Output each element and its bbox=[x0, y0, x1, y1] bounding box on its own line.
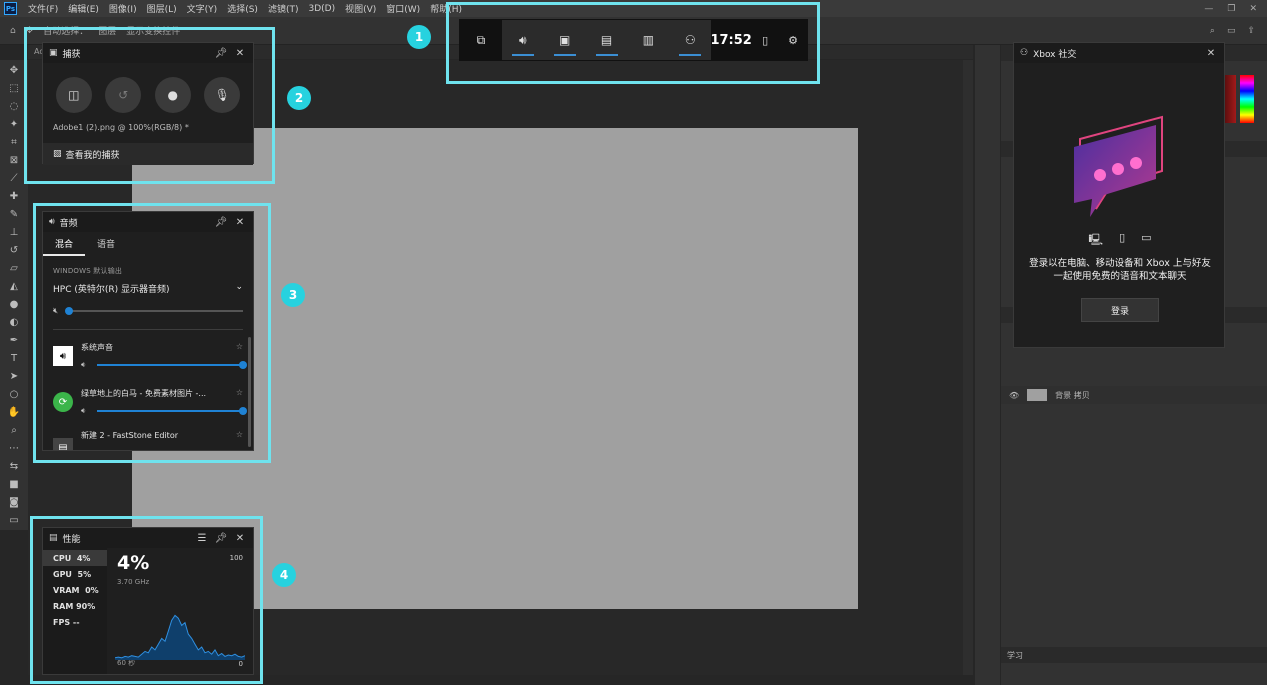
menu-image[interactable]: 图像(I) bbox=[104, 2, 142, 15]
ps-logo: Ps bbox=[4, 2, 17, 15]
badge-3: 3 bbox=[281, 283, 305, 307]
highlight-box-1 bbox=[446, 2, 820, 84]
collapsed-panel-strip[interactable] bbox=[975, 45, 1000, 685]
layer-row[interactable]: 👁 背景 拷贝 bbox=[1001, 386, 1267, 404]
highlight-box-2 bbox=[24, 27, 275, 184]
menu-filter[interactable]: 滤镜(T) bbox=[263, 2, 304, 15]
menu-select[interactable]: 选择(S) bbox=[222, 2, 263, 15]
hue-slider[interactable] bbox=[1240, 75, 1254, 123]
highlight-box-4 bbox=[30, 516, 263, 684]
screen-mode-icon[interactable]: ▭ bbox=[7, 514, 21, 528]
home-icon[interactable]: ⌂ bbox=[10, 26, 16, 36]
workspace-icon[interactable]: ▭ bbox=[1227, 26, 1236, 36]
vertical-scrollbar[interactable] bbox=[963, 60, 973, 675]
close-window-icon[interactable]: ✕ bbox=[1249, 4, 1257, 14]
share-icon[interactable]: ⇪ bbox=[1247, 26, 1255, 36]
quick-mask-icon[interactable]: ◙ bbox=[7, 496, 21, 510]
login-button[interactable]: 登录 bbox=[1081, 298, 1159, 322]
pc-icon: 🖳︎ bbox=[1088, 233, 1104, 246]
blur-tool-icon[interactable]: ● bbox=[7, 298, 21, 312]
social-icon: ⚇ bbox=[1020, 48, 1029, 58]
color-swap-icon[interactable]: ⇆ bbox=[7, 460, 21, 474]
badge-1: 1 bbox=[407, 25, 431, 49]
stamp-tool-icon[interactable]: ⊥ bbox=[7, 226, 21, 240]
lasso-tool-icon[interactable]: ◌ bbox=[7, 100, 21, 114]
healing-brush-icon[interactable]: ✚ bbox=[7, 190, 21, 204]
menu-layer[interactable]: 图层(L) bbox=[142, 2, 182, 15]
menu-3d[interactable]: 3D(D) bbox=[303, 4, 340, 14]
social-title: Xbox 社交 bbox=[1033, 49, 1077, 60]
color-swatch-icon[interactable]: ■ bbox=[7, 478, 21, 492]
path-select-icon[interactable]: ➤ bbox=[7, 370, 21, 384]
type-tool-icon[interactable]: T bbox=[7, 352, 21, 366]
menu-type[interactable]: 文字(Y) bbox=[182, 2, 223, 15]
search-icon[interactable]: ⌕ bbox=[1210, 26, 1215, 36]
social-title-bar[interactable]: ⚇ Xbox 社交 ✕ bbox=[1014, 43, 1224, 63]
layer-name: 背景 拷贝 bbox=[1055, 390, 1090, 400]
marquee-tool-icon[interactable]: ⬚ bbox=[7, 82, 21, 96]
shape-tool-icon[interactable]: ○ bbox=[7, 388, 21, 402]
close-icon[interactable]: ✕ bbox=[1204, 48, 1218, 59]
highlight-box-3 bbox=[33, 203, 271, 463]
social-message: 登录以在电脑、移动设备和 Xbox 上与好友 一起使用免费的语音和文本聊天 bbox=[1029, 258, 1211, 282]
menu-file[interactable]: 文件(F) bbox=[23, 2, 63, 15]
hand-tool-icon[interactable]: ✋ bbox=[7, 406, 21, 420]
eraser-icon[interactable]: ▱ bbox=[7, 262, 21, 276]
menu-view[interactable]: 视图(V) bbox=[340, 2, 381, 15]
minimize-icon[interactable]: — bbox=[1204, 4, 1213, 14]
magic-wand-icon[interactable]: ✦ bbox=[7, 118, 21, 132]
chat-bubble-illustration bbox=[1074, 115, 1163, 217]
pen-tool-icon[interactable]: ✒ bbox=[7, 334, 21, 348]
console-icon: ▭ bbox=[1141, 231, 1152, 244]
history-brush-icon[interactable]: ↺ bbox=[7, 244, 21, 258]
move-tool-icon[interactable]: ✥ bbox=[7, 64, 21, 78]
menu-window[interactable]: 窗口(W) bbox=[381, 2, 425, 15]
brush-tool-icon[interactable]: ✎ bbox=[7, 208, 21, 222]
layer-thumbnail bbox=[1027, 389, 1048, 401]
menu-edit[interactable]: 编辑(E) bbox=[63, 2, 104, 15]
eyedropper-icon[interactable]: ⟋ bbox=[7, 172, 21, 186]
dodge-tool-icon[interactable]: ◐ bbox=[7, 316, 21, 330]
phone-icon: ▯ bbox=[1119, 231, 1126, 244]
learn-panel-header[interactable]: 学习 bbox=[1001, 647, 1267, 663]
zoom-tool-icon[interactable]: ⌕ bbox=[7, 424, 21, 438]
crop-tool-icon[interactable]: ⌗ bbox=[7, 136, 21, 150]
social-widget: ⚇ Xbox 社交 ✕ 🖳︎ ▯ ▭ 登录以在电脑、移动设备和 Xbox 上与好… bbox=[1013, 42, 1225, 348]
gradient-tool-icon[interactable]: ◭ bbox=[7, 280, 21, 294]
more-tools-icon[interactable]: ⋯ bbox=[7, 442, 21, 456]
badge-4: 4 bbox=[272, 563, 296, 587]
restore-icon[interactable]: ❐ bbox=[1227, 4, 1235, 14]
frame-tool-icon[interactable]: ⊠ bbox=[7, 154, 21, 168]
eye-icon[interactable]: 👁 bbox=[1009, 391, 1019, 400]
badge-2: 2 bbox=[287, 86, 311, 110]
